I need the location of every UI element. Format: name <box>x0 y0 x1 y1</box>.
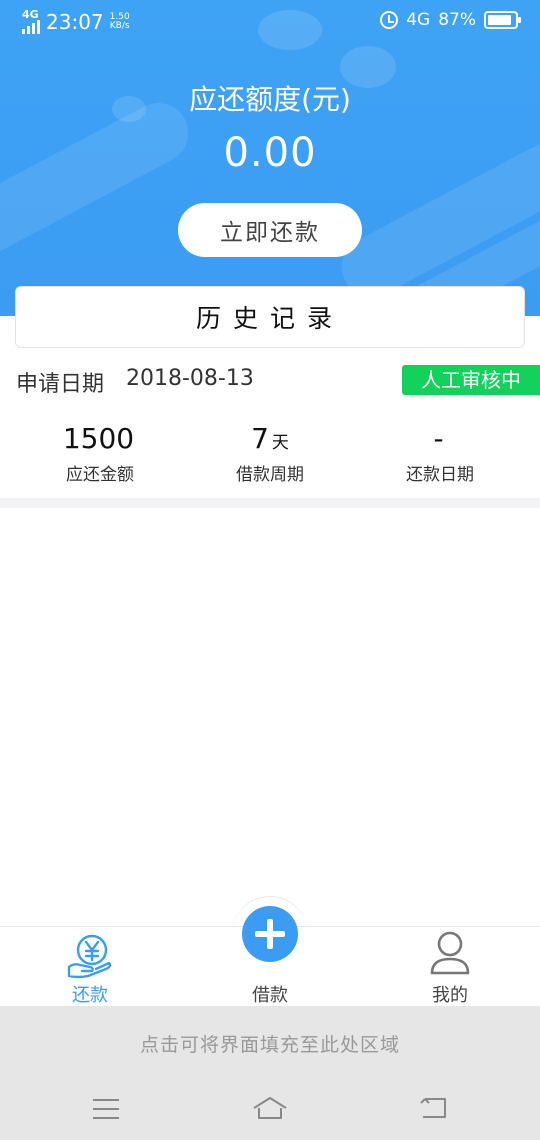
fill-screen-area[interactable]: 点击可将界面填充至此处区域 <box>0 1006 540 1140</box>
borrow-plus-button[interactable] <box>242 906 298 962</box>
stat-loan-period: 7天 借款周期 <box>180 420 360 485</box>
decor-streak <box>0 92 199 268</box>
apply-date-value: 2018-08-13 <box>126 366 254 391</box>
stat-repay-date: - 还款日期 <box>350 420 530 485</box>
stat-value: 7 <box>251 422 269 455</box>
stat-label: 借款周期 <box>236 465 304 485</box>
battery-percent: 87% <box>438 10 476 30</box>
network-type-label: 4G <box>22 8 39 21</box>
back-nav-button[interactable] <box>404 1086 464 1130</box>
repay-now-button[interactable]: 立即还款 <box>178 203 362 257</box>
stat-value: 1500 <box>62 422 135 455</box>
tab-mine[interactable]: 我的 <box>360 927 540 1007</box>
stat-unit: 天 <box>271 433 289 453</box>
application-row: 申请日期 2018-08-13 人工审核中 <box>0 364 540 398</box>
menu-icon <box>93 1099 119 1119</box>
menu-nav-button[interactable] <box>76 1086 136 1130</box>
tab-label: 我的 <box>432 985 468 1006</box>
yen-hand-icon <box>67 934 112 979</box>
stat-label: 还款日期 <box>406 465 474 485</box>
battery-icon <box>484 11 521 29</box>
speed-unit: KB/s <box>109 21 130 31</box>
home-nav-button[interactable] <box>240 1086 300 1130</box>
tab-repay[interactable]: 还款 <box>0 927 180 1007</box>
network-speed: 1.50 KB/s <box>110 13 130 31</box>
history-records-title: 历史记录 <box>195 304 344 333</box>
home-icon <box>253 1097 287 1119</box>
clock-time: 23:07 <box>46 10 104 34</box>
alarm-icon <box>380 11 399 29</box>
tab-label: 还款 <box>72 985 108 1006</box>
network-type-right: 4G <box>406 10 431 30</box>
status-badge: 人工审核中 <box>402 365 540 395</box>
repay-amount: 0.00 <box>223 130 317 176</box>
tab-label: 借款 <box>252 985 288 1006</box>
signal-icon <box>22 20 40 34</box>
apply-date-label: 申请日期 <box>16 372 105 397</box>
back-icon <box>420 1098 446 1118</box>
section-divider <box>0 498 540 508</box>
status-bar: 4G 23:07 1.50 KB/s 4G 87% <box>0 0 540 44</box>
history-records-card[interactable]: 历史记录 <box>15 286 525 348</box>
stat-repay-amount: 1500 应还金额 <box>10 420 190 485</box>
repay-limit-title: 应还额度(元) <box>189 83 351 116</box>
loan-stats: 1500 应还金额 7天 借款周期 - 还款日期 <box>0 420 540 490</box>
stat-label: 应还金额 <box>66 465 134 485</box>
user-icon <box>430 931 470 975</box>
fill-screen-hint: 点击可将界面填充至此处区域 <box>139 1034 400 1056</box>
header-banner: 4G 23:07 1.50 KB/s 4G 87% 应还额度(元) 0.00 立… <box>0 0 540 316</box>
system-nav-bar <box>0 1086 540 1140</box>
battery-fill <box>488 15 511 25</box>
stat-value: - <box>433 422 444 455</box>
